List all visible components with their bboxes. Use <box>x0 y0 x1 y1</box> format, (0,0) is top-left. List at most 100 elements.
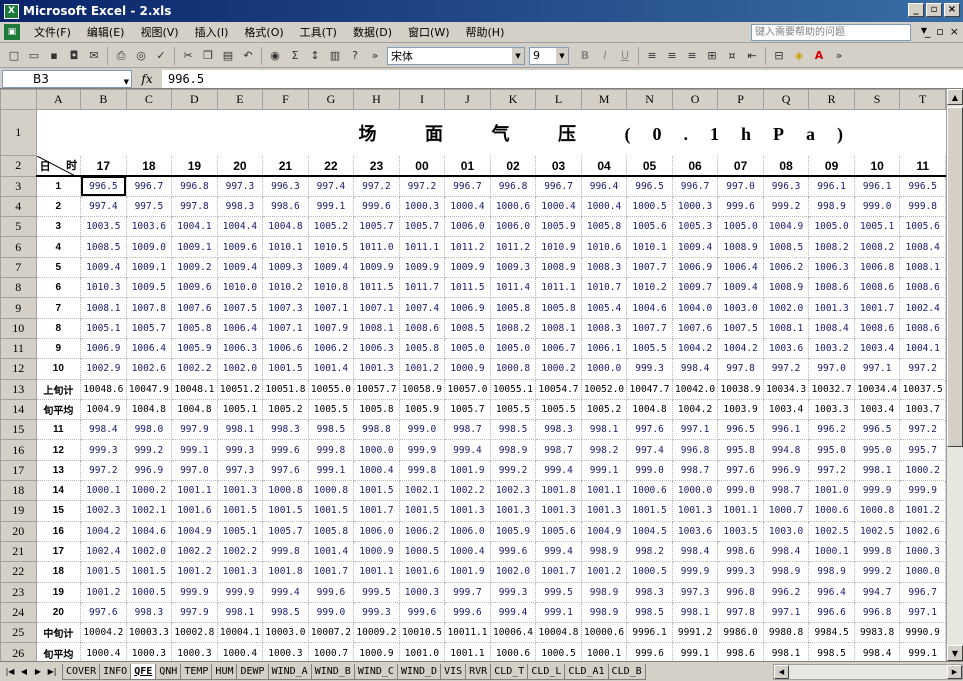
data-cell[interactable]: 998.4 <box>853 642 901 661</box>
data-cell[interactable]: 1006.1 <box>580 337 628 360</box>
column-header-f[interactable]: F <box>262 89 309 111</box>
data-cell[interactable]: 1005.8 <box>489 297 537 319</box>
copy-icon[interactable]: ❐ <box>198 46 218 66</box>
data-cell[interactable]: 1001.6 <box>398 561 446 583</box>
data-cell[interactable]: 1005.9 <box>535 216 582 238</box>
row-header[interactable]: 4 <box>0 195 37 218</box>
data-cell[interactable]: 996.3 <box>762 175 810 197</box>
data-cell[interactable]: 1005.8 <box>307 520 355 542</box>
data-cell[interactable]: 998.1 <box>671 601 719 624</box>
data-cell[interactable]: 1002.9 <box>80 358 127 380</box>
data-cell[interactable]: 1006.0 <box>353 520 400 542</box>
menu-file[interactable]: 文件(F) <box>26 24 79 40</box>
data-cell[interactable]: 1002.3 <box>489 480 537 502</box>
day-label-cell[interactable]: 12 <box>35 439 82 461</box>
data-cell[interactable]: 1009.2 <box>171 256 218 279</box>
data-cell[interactable]: 998.4 <box>80 419 127 441</box>
data-cell[interactable]: 1000.3 <box>398 581 446 603</box>
data-cell[interactable]: 999.1 <box>307 195 355 218</box>
data-cell[interactable]: 996.7 <box>444 175 491 197</box>
permission-icon[interactable]: ◘ <box>64 46 84 66</box>
new-icon[interactable]: □ <box>4 46 24 66</box>
data-cell[interactable]: 1006.9 <box>671 256 719 279</box>
data-cell[interactable]: 1003.5 <box>80 216 127 238</box>
data-cell[interactable]: 1000.6 <box>808 500 855 522</box>
sheet-tab-wind_b[interactable]: WIND_B <box>310 663 355 680</box>
data-cell[interactable]: 1001.5 <box>307 500 355 522</box>
hour-header-cell[interactable]: 06 <box>671 155 719 178</box>
data-cell[interactable]: 1006.9 <box>444 297 491 319</box>
data-cell[interactable]: 998.3 <box>626 581 673 603</box>
data-cell[interactable]: 1005.6 <box>535 520 582 542</box>
data-cell[interactable]: 9980.8 <box>762 622 810 644</box>
data-cell[interactable]: 999.8 <box>398 459 446 482</box>
doc-close-button[interactable]: × <box>950 25 959 38</box>
data-cell[interactable]: 1001.9 <box>444 459 491 482</box>
day-label-cell[interactable]: 13 <box>35 459 82 482</box>
data-cell[interactable]: 1008.9 <box>762 277 810 299</box>
data-cell[interactable]: 999.1 <box>535 601 582 624</box>
data-cell[interactable]: 999.1 <box>671 642 719 661</box>
data-cell[interactable]: 1005.9 <box>489 520 537 542</box>
data-cell[interactable]: 1008.4 <box>899 236 946 258</box>
data-cell[interactable]: 1000.3 <box>671 195 719 218</box>
day-label-cell[interactable]: 15 <box>35 500 82 522</box>
hour-header-cell[interactable]: 22 <box>307 155 355 178</box>
align-right-icon[interactable]: ≡ <box>682 46 702 66</box>
data-cell[interactable]: 1007.7 <box>626 256 673 279</box>
doc-restore-button[interactable]: ▫ <box>936 25 943 38</box>
data-cell[interactable]: 997.2 <box>899 358 946 380</box>
sheet-tab-hum[interactable]: HUM <box>211 663 238 680</box>
data-cell[interactable]: 1001.5 <box>262 500 309 522</box>
data-cell[interactable]: 10048.1 <box>171 378 218 400</box>
data-cell[interactable]: 1000.0 <box>671 480 719 502</box>
row-header[interactable]: 24 <box>0 601 37 624</box>
data-cell[interactable]: 997.1 <box>853 358 901 380</box>
day-label-cell[interactable]: 19 <box>35 581 82 603</box>
data-cell[interactable]: 997.8 <box>171 195 218 218</box>
data-cell[interactable]: 997.1 <box>899 601 946 624</box>
data-cell[interactable]: 1001.3 <box>216 480 264 502</box>
row-header[interactable]: 9 <box>0 297 37 319</box>
data-cell[interactable]: 998.9 <box>808 195 855 218</box>
data-cell[interactable]: 998.9 <box>580 581 628 603</box>
data-cell[interactable]: 998.7 <box>535 439 582 461</box>
data-cell[interactable]: 1011.5 <box>353 277 400 299</box>
row-header[interactable]: 14 <box>0 398 37 421</box>
data-cell[interactable]: 1002.0 <box>489 561 537 583</box>
column-header-a[interactable]: A <box>35 89 82 111</box>
data-cell[interactable]: 999.0 <box>717 480 764 502</box>
data-cell[interactable]: 996.6 <box>808 601 855 624</box>
data-cell[interactable]: 998.8 <box>353 419 400 441</box>
data-cell[interactable]: 998.4 <box>762 540 810 563</box>
day-label-cell[interactable]: 6 <box>35 277 82 299</box>
data-cell[interactable]: 1005.0 <box>489 337 537 360</box>
row-header[interactable]: 1 <box>0 109 37 157</box>
hour-header-cell[interactable]: 03 <box>535 155 582 178</box>
data-cell[interactable]: 1007.8 <box>125 297 173 319</box>
data-cell[interactable]: 1005.1 <box>853 216 901 238</box>
data-cell[interactable]: 995.0 <box>808 439 855 461</box>
scroll-up-icon[interactable]: ▲ <box>947 89 963 105</box>
data-cell[interactable]: 1006.2 <box>398 520 446 542</box>
menu-format[interactable]: 格式(O) <box>236 24 291 40</box>
data-cell[interactable]: 996.8 <box>171 175 218 197</box>
data-cell[interactable]: 1003.4 <box>853 337 901 360</box>
data-cell[interactable]: 1005.8 <box>171 317 218 339</box>
data-cell[interactable]: 996.1 <box>853 175 901 197</box>
data-cell[interactable]: 1006.4 <box>717 256 764 279</box>
data-cell[interactable]: 996.9 <box>125 459 173 482</box>
sheet-tab-rvr[interactable]: RVR <box>465 663 492 680</box>
data-cell[interactable]: 10057.0 <box>444 378 491 400</box>
data-cell[interactable]: 1004.9 <box>171 520 218 542</box>
data-cell[interactable]: 10052.0 <box>580 378 628 400</box>
data-cell[interactable]: 10037.5 <box>899 378 946 400</box>
data-cell[interactable]: 998.5 <box>489 419 537 441</box>
data-cell[interactable]: 1000.8 <box>489 358 537 380</box>
data-cell[interactable]: 999.1 <box>171 439 218 461</box>
data-cell[interactable]: 996.5 <box>717 419 764 441</box>
data-cell[interactable]: 996.8 <box>853 601 901 624</box>
data-cell[interactable]: 1001.9 <box>444 561 491 583</box>
column-header-l[interactable]: L <box>535 89 582 111</box>
data-cell[interactable]: 998.4 <box>671 358 719 380</box>
